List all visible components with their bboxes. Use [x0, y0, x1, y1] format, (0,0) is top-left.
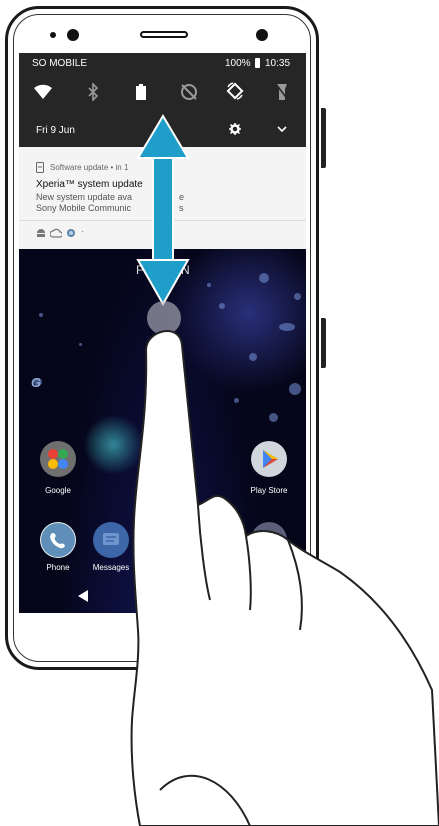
swipe-gesture-illustration [130, 114, 439, 826]
hand-icon [130, 330, 439, 826]
double-arrow-icon [136, 114, 190, 307]
touch-point [147, 301, 181, 335]
